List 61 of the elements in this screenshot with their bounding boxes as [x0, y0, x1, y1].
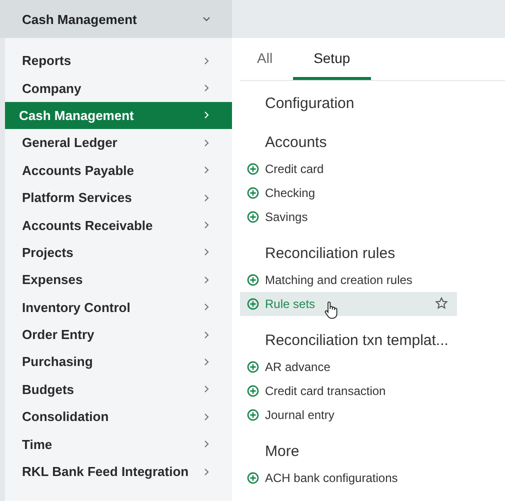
menu-item[interactable]: RKL Bank Feed Integration [5, 458, 232, 486]
add-circle-icon [247, 298, 259, 310]
chevron-icon [203, 412, 210, 421]
module-title: Cash Management [22, 12, 137, 26]
add-circle-icon [247, 274, 259, 286]
menu-link[interactable]: Rule sets [240, 292, 457, 316]
chevron-icon [203, 166, 210, 174]
add-circle-icon [247, 472, 259, 484]
chevron-icon [203, 358, 210, 366]
hand-cursor-icon [324, 301, 338, 319]
section-heading: More [264, 442, 300, 462]
add-circle-icon [247, 409, 259, 421]
chevron-icon [203, 138, 210, 147]
menu-link[interactable]: AR advance [240, 355, 457, 379]
chevron-icon [203, 303, 210, 312]
menu-item[interactable]: Order Entry [5, 320, 232, 348]
chevron-icon [203, 248, 210, 256]
chevron-icon [203, 385, 210, 394]
chevron-icon [202, 16, 210, 22]
tab[interactable]: All [240, 50, 285, 80]
section-heading: Reconciliation rules [264, 244, 396, 264]
menu-item[interactable]: Expenses [5, 266, 232, 294]
add-circle-icon [247, 187, 259, 199]
menu-item[interactable]: General Ledger [5, 129, 232, 157]
menu-link[interactable]: ACH bank configurations [240, 466, 457, 490]
chevron-icon [203, 56, 210, 65]
menu-link[interactable]: Savings [240, 205, 457, 229]
menu-item[interactable]: Accounts Payable [5, 156, 232, 184]
chevron-icon [203, 468, 210, 476]
menu-item[interactable]: Budgets [5, 376, 232, 404]
menu-item[interactable]: Accounts Receivable [5, 211, 232, 239]
menu-link[interactable]: Credit card [240, 157, 457, 181]
menu-item[interactable]: Company [5, 74, 232, 102]
menu-link[interactable]: Matching and creation rules [240, 268, 457, 292]
chevron-icon [203, 440, 210, 448]
add-circle-icon [247, 163, 259, 175]
chevron-icon [203, 221, 210, 230]
chevron-icon [203, 276, 210, 284]
menu-item[interactable]: Inventory Control [5, 294, 232, 321]
chevron-icon [203, 330, 210, 339]
menu-link[interactable]: Credit card transaction [240, 379, 457, 403]
section-heading: Configuration [264, 94, 356, 114]
chevron-icon [203, 84, 210, 92]
chevron-icon [203, 194, 210, 202]
add-circle-icon [247, 385, 259, 397]
menu-link[interactable]: Checking [240, 181, 457, 205]
add-circle-icon [247, 361, 259, 373]
chevron-icon [203, 111, 210, 120]
tab[interactable]: Setup [292, 50, 372, 80]
section-heading: Reconciliation txn templat... [264, 331, 450, 351]
star-icon[interactable] [435, 297, 448, 310]
menu-item[interactable]: Projects [5, 238, 232, 266]
menu-item[interactable]: Consolidation [5, 403, 232, 430]
menu-item[interactable]: Platform Services [5, 184, 232, 212]
section-heading: Accounts [264, 133, 328, 153]
menu-item[interactable]: Reports [5, 47, 232, 74]
add-circle-icon [247, 211, 259, 223]
menu-item[interactable]: Time [5, 430, 232, 458]
menu-item[interactable]: Purchasing [5, 348, 232, 376]
menu-item[interactable]: Cash Management [5, 102, 232, 130]
menu-link[interactable]: Journal entry [240, 403, 457, 427]
